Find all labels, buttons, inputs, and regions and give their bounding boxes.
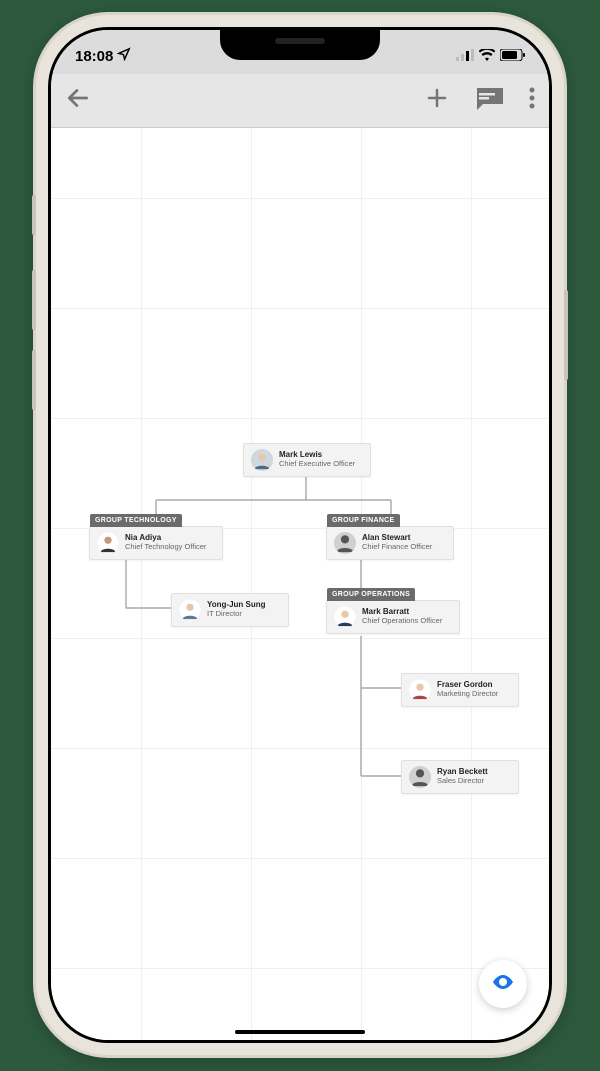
side-button [564,290,568,380]
org-node-cto[interactable]: GROUP TECHNOLOGY Nia Adiya Chief Technol… [89,526,223,560]
org-chart-connectors [51,128,549,1040]
avatar [334,606,356,628]
node-title: Sales Director [437,777,488,785]
side-button [32,270,36,330]
cellular-icon [456,48,474,65]
side-button [32,195,36,235]
avatar [409,766,431,788]
org-node-marketing[interactable]: Fraser Gordon Marketing Director [401,673,519,707]
node-title: Chief Operations Officer [362,617,442,625]
status-time: 18:08 [75,48,113,65]
add-button[interactable] [425,86,449,115]
view-fab[interactable] [479,960,527,1008]
phone-inner: 18:08 [48,27,552,1043]
avatar [97,532,119,554]
node-title: Chief Finance Officer [362,543,432,551]
avatar [409,679,431,701]
node-title: Chief Executive Officer [279,460,355,468]
location-icon [117,47,131,65]
org-node-sales[interactable]: Ryan Beckett Sales Director [401,760,519,794]
org-node-cfo[interactable]: GROUP FINANCE Alan Stewart Chief Finance… [326,526,454,560]
group-label: GROUP OPERATIONS [327,588,415,601]
back-button[interactable] [65,85,91,116]
battery-icon [500,48,525,65]
wifi-icon [479,48,495,65]
org-node-ceo[interactable]: Mark Lewis Chief Executive Officer [243,443,371,477]
home-indicator[interactable] [235,1030,365,1034]
comment-button[interactable] [473,86,505,115]
status-left: 18:08 [75,39,131,65]
group-label: GROUP TECHNOLOGY [90,514,182,527]
org-node-it-director[interactable]: Yong-Jun Sung IT Director [171,593,289,627]
side-button [32,350,36,410]
screen: 18:08 [51,30,549,1040]
notch [220,30,380,60]
avatar [251,449,273,471]
more-button[interactable] [529,87,535,114]
node-title: Marketing Director [437,690,498,698]
phone-frame: 18:08 [36,15,564,1055]
avatar [334,532,356,554]
diagram-canvas[interactable]: Mark Lewis Chief Executive Officer GROUP… [51,128,549,1040]
avatar [179,599,201,621]
node-title: IT Director [207,610,266,618]
eye-icon [491,970,515,999]
group-label: GROUP FINANCE [327,514,400,527]
app-header [51,74,549,128]
node-title: Chief Technology Officer [125,543,206,551]
org-node-coo[interactable]: GROUP OPERATIONS Mark Barratt Chief Oper… [326,600,460,634]
status-right [456,40,525,65]
